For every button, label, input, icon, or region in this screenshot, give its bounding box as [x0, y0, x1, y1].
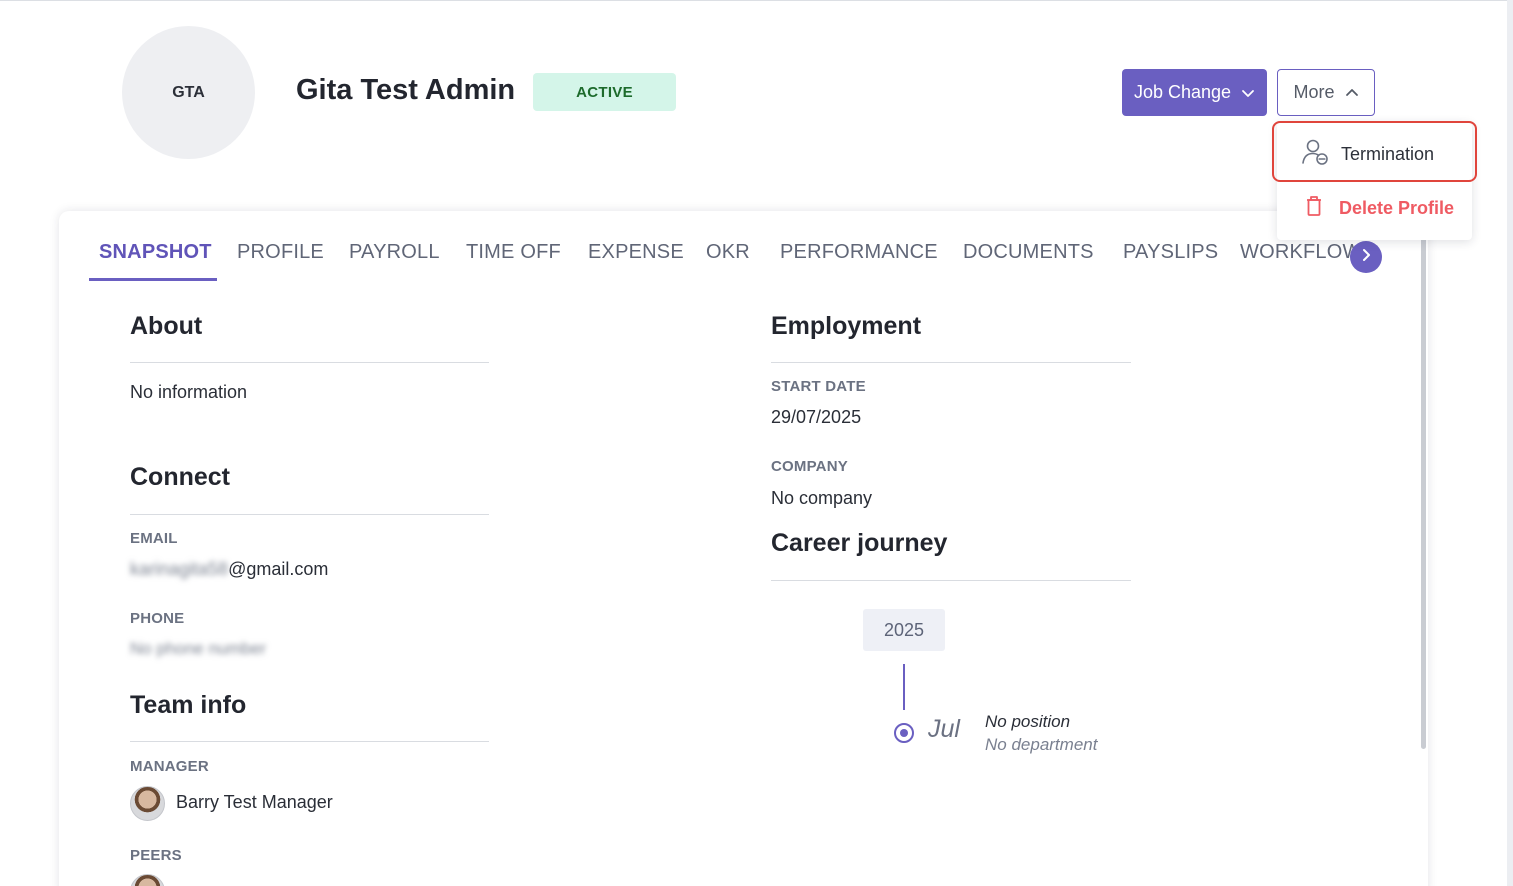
- tab-payslips[interactable]: PAYSLIPS: [1123, 241, 1218, 264]
- tab-payroll[interactable]: PAYROLL: [349, 241, 440, 264]
- manager-name[interactable]: Barry Test Manager: [176, 792, 333, 813]
- trash-icon: [1301, 193, 1327, 224]
- about-divider: [130, 362, 489, 363]
- start-date-label: START DATE: [771, 378, 866, 395]
- profile-card: SNAPSHOT PROFILE PAYROLL TIME OFF EXPENS…: [59, 211, 1428, 886]
- email-value[interactable]: karinagita58@gmail.com: [130, 559, 328, 580]
- avatar-initials: GTA: [172, 83, 205, 101]
- timeline-month: Jul: [928, 715, 960, 743]
- company-value: No company: [771, 488, 873, 508]
- career-journey-divider: [771, 580, 1131, 581]
- manager-label: MANAGER: [130, 758, 209, 775]
- email-domain: @gmail.com: [228, 559, 329, 579]
- timeline-position: No position: [985, 712, 1071, 731]
- card-scrollbar[interactable]: [1421, 231, 1426, 749]
- email-redacted: karinagita58: [130, 559, 229, 579]
- page-scrollbar-track[interactable]: [1507, 0, 1513, 886]
- about-text: No information: [130, 382, 248, 402]
- person-remove-icon: [1301, 138, 1329, 171]
- timeline-connector: [903, 664, 905, 710]
- active-tab-indicator: [89, 278, 217, 281]
- job-change-button[interactable]: Job Change: [1122, 69, 1267, 116]
- about-heading: About: [130, 312, 203, 340]
- tab-workflow[interactable]: WORKFLOW: [1240, 241, 1359, 264]
- tab-performance[interactable]: PERFORMANCE: [780, 241, 938, 264]
- employee-profile-page: GTA Gita Test Admin ACTIVE Job Change Mo…: [0, 0, 1513, 886]
- career-year-pill: 2025: [863, 609, 945, 651]
- tab-bar: SNAPSHOT PROFILE PAYROLL TIME OFF EXPENS…: [89, 237, 1359, 283]
- menu-item-termination[interactable]: Termination: [1277, 126, 1472, 182]
- phone-value: No phone number: [130, 639, 267, 658]
- phone-label: PHONE: [130, 610, 185, 627]
- peer-avatar[interactable]: [130, 874, 165, 886]
- job-change-label: Job Change: [1133, 82, 1232, 102]
- menu-item-delete-label: Delete Profile: [1339, 197, 1455, 218]
- page-title: Gita Test Admin: [296, 74, 516, 106]
- timeline-department: No department: [985, 735, 1098, 754]
- tab-profile[interactable]: PROFILE: [237, 241, 324, 264]
- connect-divider: [130, 514, 489, 515]
- tab-snapshot[interactable]: SNAPSHOT: [99, 241, 212, 264]
- tabs-next-button[interactable]: [1350, 241, 1382, 273]
- status-badge: ACTIVE: [533, 73, 676, 111]
- more-menu: Termination Delete Profile: [1277, 122, 1472, 240]
- company-label: COMPANY: [771, 458, 848, 475]
- tab-okr[interactable]: OKR: [706, 241, 750, 264]
- avatar: GTA: [122, 26, 255, 159]
- timeline-dot-core: [900, 729, 908, 737]
- connect-heading: Connect: [130, 463, 230, 491]
- chevron-right-icon: [1359, 248, 1373, 267]
- email-label: EMAIL: [130, 530, 178, 547]
- tab-time-off[interactable]: TIME OFF: [466, 241, 561, 264]
- employment-heading: Employment: [771, 312, 922, 340]
- manager-avatar[interactable]: [130, 786, 165, 821]
- menu-item-termination-label: Termination: [1341, 143, 1435, 164]
- team-info-heading: Team info: [130, 691, 247, 719]
- top-divider: [0, 0, 1513, 1]
- peers-label: PEERS: [130, 847, 182, 864]
- career-journey-heading: Career journey: [771, 529, 948, 557]
- chevron-down-icon: [1241, 86, 1255, 100]
- chevron-up-icon: [1345, 86, 1359, 100]
- menu-item-delete-profile[interactable]: Delete Profile: [1277, 180, 1472, 236]
- start-date-value: 29/07/2025: [771, 407, 862, 427]
- employment-divider: [771, 362, 1131, 363]
- tab-expense[interactable]: EXPENSE: [588, 241, 684, 264]
- more-label: More: [1293, 82, 1335, 102]
- tab-documents[interactable]: DOCUMENTS: [963, 241, 1094, 264]
- team-info-divider: [130, 741, 489, 742]
- more-button[interactable]: More: [1277, 69, 1375, 116]
